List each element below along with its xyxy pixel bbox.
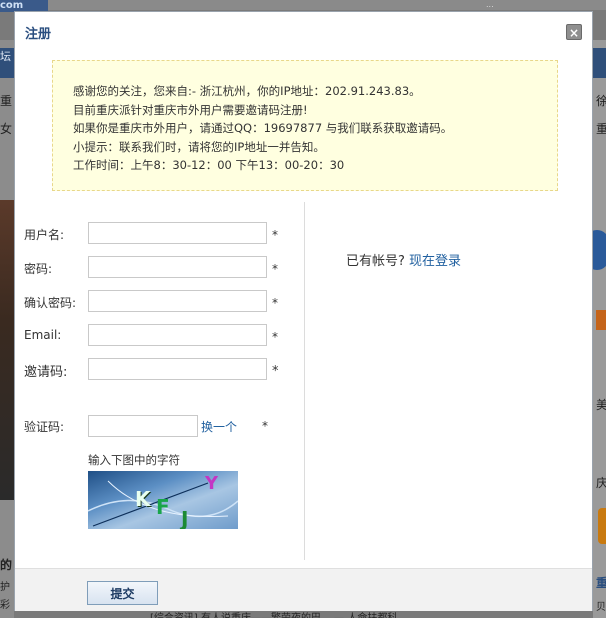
register-dialog: 注册 × 感谢您的关注，您来自:- 浙江杭州，你的IP地址：202.91.243… [14,11,593,611]
notice-box: 感谢您的关注，您来自:- 浙江杭州，你的IP地址：202.91.243.83。 … [52,60,558,191]
captcha-char: J [181,507,189,529]
background-right-text: 重 [596,122,606,136]
captcha-label: 验证码: [24,420,65,434]
invite-code-label: 邀请码: [24,365,68,380]
background-left-text: 坛 [0,50,11,63]
background-left-image [0,200,14,500]
notice-line: 工作时间：上午8：30-12：00 下午13：00-20：30 [73,158,345,172]
close-button[interactable]: × [566,24,582,40]
background-right-text: 徐 [596,94,606,108]
captcha-input[interactable] [88,415,198,437]
invite-code-input[interactable] [88,358,267,380]
required-mark: * [272,262,278,276]
required-mark: * [272,364,279,379]
login-prompt-text: 已有帐号? [346,254,405,269]
username-input[interactable] [88,222,267,244]
submit-button[interactable]: 提交 [87,581,158,605]
captcha-char: F [156,495,170,519]
email-input[interactable] [88,324,267,346]
login-link[interactable]: 现在登录 [409,254,461,269]
background-right-text: 贝 [596,602,606,613]
username-label: 用户名: [24,228,65,242]
background-right-nav [593,48,606,78]
background-left-text: 护 [0,582,10,593]
close-icon: × [568,26,580,40]
dialog-header: 注册 × [15,12,592,48]
background-right-button [598,508,606,544]
notice-line: 感谢您的关注，您来自:- 浙江杭州，你的IP地址：202.91.243.83。 [73,84,421,98]
password-label: 密码: [24,262,53,276]
captcha-char: K [135,487,151,511]
confirm-password-input[interactable] [88,290,267,312]
background-top-right: ... [486,0,494,9]
email-label: Email: [24,328,62,342]
dialog-title: 注册 [25,27,52,42]
captcha-char: Y [205,473,219,494]
notice-line: 目前重庆派针对重庆市外用户需要邀请码注册! [73,102,308,117]
background-left-text: 重 [0,94,13,108]
background-left-text: 女 [0,122,13,136]
dialog-footer: 提交 [15,568,592,611]
required-mark: * [272,228,278,242]
required-mark: * [262,419,268,433]
required-mark: * [272,296,278,310]
required-mark: * [272,330,278,344]
notice-line: 如果你是重庆市外用户，请通过QQ：19697877 与我们联系获取邀请码。 [73,121,453,135]
background-right-text: 庆 [596,476,606,490]
background-right-text: 美 [596,398,606,412]
confirm-password-label: 确认密码: [24,296,77,310]
column-divider [304,202,305,560]
captcha-image[interactable]: K F J Y [88,471,238,529]
password-input[interactable] [88,256,267,278]
login-prompt: 已有帐号? 现在登录 [346,250,461,269]
captcha-hint: 输入下图中的字符 [88,453,180,467]
refresh-captcha-link[interactable]: 换一个 [201,418,237,435]
notice-line: 小提示：联系我们时，请将您的IP地址一并告知。 [73,139,325,154]
background-left-text: 彩 [0,600,10,611]
background-right-text: 重 [596,576,606,590]
background-left-text: 的 [0,558,13,572]
background-right-graphic [596,310,606,330]
background-left-nav: 坛 [0,48,14,78]
